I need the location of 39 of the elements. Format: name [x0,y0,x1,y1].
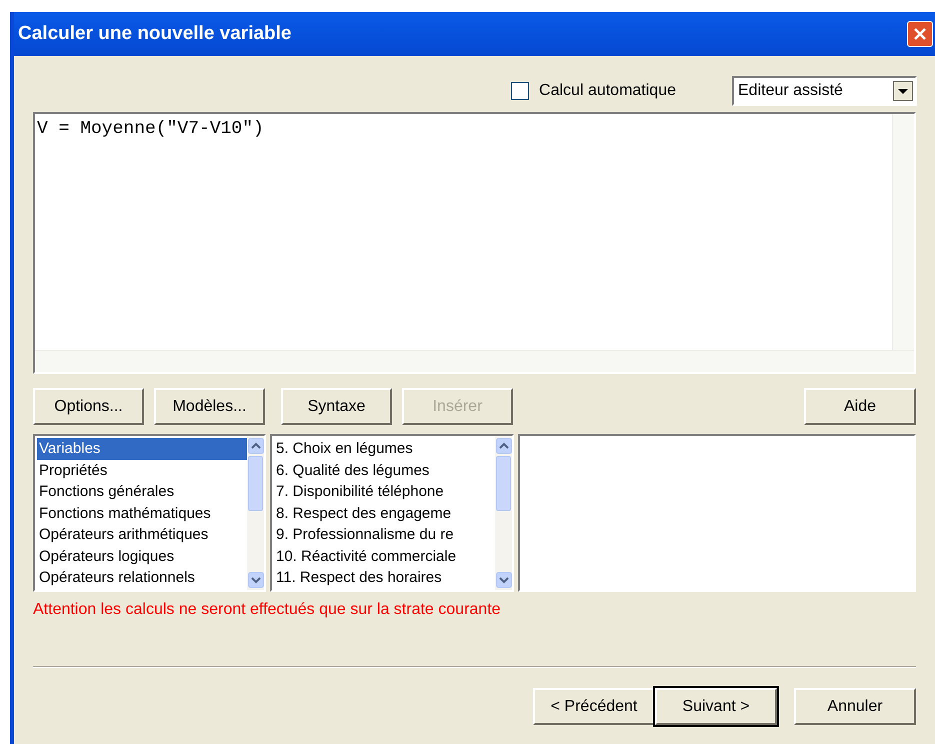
list-item[interactable]: 6. Qualité des légumes [274,460,495,481]
formula-text: V = Moyenne("V7-V10") [36,118,265,141]
window-title: Calculer une nouvelle variable [18,22,292,46]
scrollbar[interactable] [495,436,512,590]
list-item[interactable]: Fonctions générales [37,481,247,502]
list-item[interactable]: 9. Professionnalisme du re [274,524,495,546]
close-button[interactable] [907,21,933,47]
scrollbar[interactable] [247,436,264,590]
list-item[interactable]: Fonctions mathématiques [37,502,247,524]
button[interactable]: Annuler [794,688,916,725]
button[interactable]: < Précédent [533,688,655,725]
list-item[interactable]: Opérateurs relationnels [37,567,247,588]
scroll-down-icon[interactable] [248,572,264,588]
list-item[interactable]: Propriétés [37,460,247,481]
formula-editor[interactable]: V = Moyenne("V7-V10") [33,112,916,374]
scroll-down-icon[interactable] [496,572,512,588]
scroll-thumb[interactable] [496,456,511,511]
list-item[interactable]: Opérateurs logiques [37,546,247,567]
warning-text: Attention les calculs ne seront effectués que sur la strate courante [33,600,502,620]
checkbox-label: Calcul automatique [539,81,676,101]
close-icon [913,27,927,41]
editor-mode-dropdown[interactable]: Editeur assisté [732,76,917,106]
scroll-up-icon[interactable] [496,438,512,454]
checkbox[interactable] [511,82,530,100]
list-item[interactable]: 11. Respect des horaires [274,567,495,588]
scroll-thumb[interactable] [248,456,263,511]
list-item[interactable]: 7. Disponibilité téléphone [274,481,495,502]
caret-icon [893,81,913,101]
button[interactable]: Suivant > [655,688,777,725]
list-item[interactable]: Opérateurs arithmétiques [37,524,247,546]
button[interactable]: Syntaxe [281,388,392,425]
scroll-up-icon[interactable] [248,438,264,454]
list-item[interactable]: 10. Réactivité commerciale [274,546,495,567]
list-item[interactable]: Variables [37,438,247,460]
button[interactable]: Options... [33,388,144,425]
button[interactable]: Aide [804,388,916,425]
list-item[interactable]: 5. Choix en légumes [274,438,495,460]
list-item[interactable]: 8. Respect des engageme [274,502,495,524]
button[interactable]: Modèles... [154,388,265,425]
